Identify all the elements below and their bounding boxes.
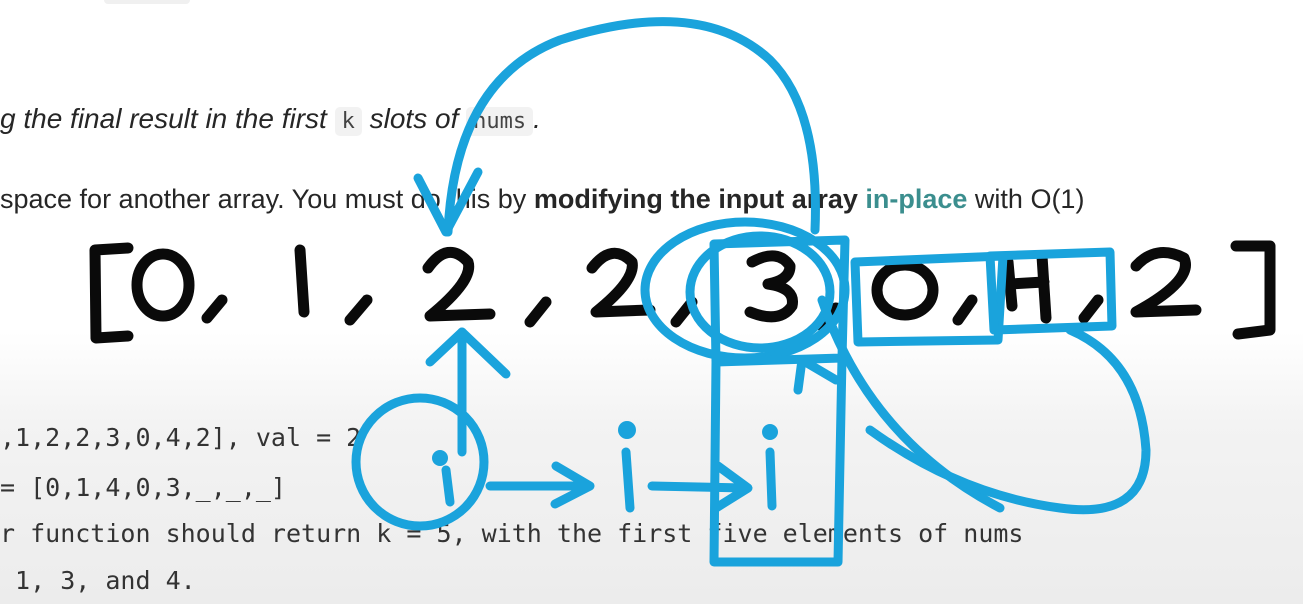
array-digit-0	[131, 248, 195, 322]
pointer-circle	[351, 393, 489, 531]
array-digit-3	[744, 250, 798, 323]
diagonal-arrow	[817, 295, 1005, 513]
array-comma	[1078, 294, 1104, 324]
right-arrow	[485, 461, 595, 509]
array-digit-2	[422, 247, 496, 322]
pointer-i-dot	[432, 450, 448, 466]
array-digit-1	[294, 244, 310, 318]
pointer-i-stem	[621, 447, 635, 513]
column-box	[709, 353, 847, 567]
diagonal-arrow-head	[793, 355, 841, 395]
array-digit-4	[1002, 250, 1052, 324]
array-comma	[201, 294, 228, 324]
array-digit-2	[1130, 247, 1202, 318]
array-comma	[344, 294, 373, 326]
pointer-drawing	[351, 17, 1151, 567]
array-comma	[524, 296, 552, 328]
pointer-i-dot	[762, 424, 778, 440]
array-comma	[952, 294, 978, 326]
pointer-i-dot	[618, 421, 636, 439]
curved-arrow	[443, 17, 820, 237]
array-open-bracket	[89, 242, 134, 344]
right-arrow	[647, 461, 753, 513]
pointer-i-stem	[441, 465, 455, 507]
up-arrow-head	[425, 327, 511, 379]
array-close-bracket	[1230, 240, 1276, 340]
pointer-i-stem	[765, 447, 777, 511]
swap-loop	[865, 325, 1151, 515]
array-digit-0	[871, 259, 939, 321]
handwritten-annotation	[89, 17, 1276, 567]
